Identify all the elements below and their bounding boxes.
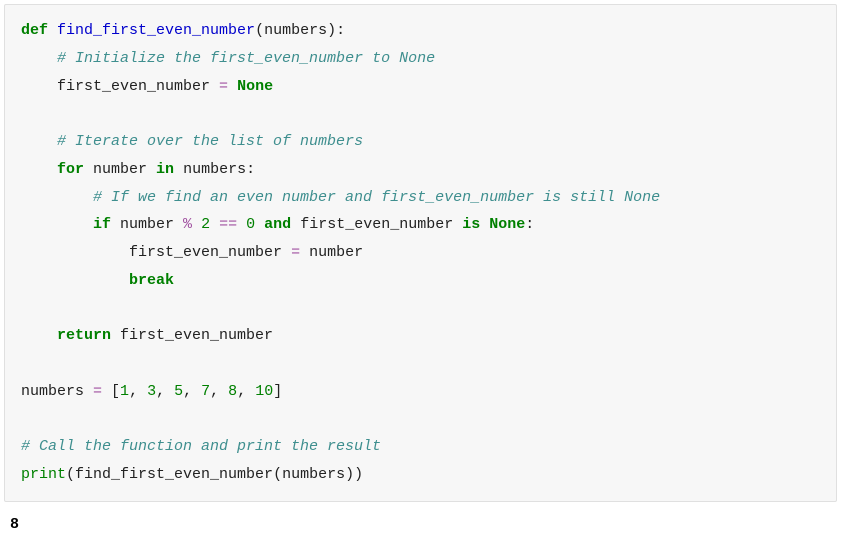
function-name: find_first_even_number — [57, 22, 255, 39]
params: (numbers): — [255, 22, 345, 39]
operator: % — [183, 216, 192, 233]
output-block: 8 — [4, 506, 837, 543]
comment: # Call the function and print the result — [21, 438, 381, 455]
var: numbers — [21, 383, 93, 400]
var: first_even_number — [57, 78, 219, 95]
keyword-if: if — [93, 216, 111, 233]
comment: # Iterate over the list of numbers — [57, 133, 363, 150]
number: 8 — [228, 383, 237, 400]
number: 0 — [246, 216, 255, 233]
keyword-for: for — [57, 161, 84, 178]
keyword-is: is — [462, 216, 480, 233]
operator: == — [219, 216, 237, 233]
assignment: first_even_number — [129, 244, 291, 261]
comment: # Initialize the first_even_number to No… — [57, 50, 435, 67]
operator: = — [93, 383, 102, 400]
keyword-in: in — [156, 161, 174, 178]
number: 2 — [201, 216, 210, 233]
call: find_first_even_number(numbers)) — [75, 466, 363, 483]
output-text: 8 — [10, 516, 19, 533]
keyword-return: return — [57, 327, 111, 344]
number: 3 — [147, 383, 156, 400]
constant-none: None — [237, 78, 273, 95]
number: 1 — [120, 383, 129, 400]
number: 5 — [174, 383, 183, 400]
builtin-print: print — [21, 466, 66, 483]
keyword-def: def — [21, 22, 48, 39]
constant-none: None — [489, 216, 525, 233]
operator: = — [291, 244, 300, 261]
keyword-break: break — [129, 272, 174, 289]
keyword-and: and — [264, 216, 291, 233]
number: 10 — [255, 383, 273, 400]
number: 7 — [201, 383, 210, 400]
operator: = — [219, 78, 228, 95]
comment: # If we find an even number and first_ev… — [93, 189, 660, 206]
code-block: def find_first_even_number(numbers): # I… — [4, 4, 837, 502]
